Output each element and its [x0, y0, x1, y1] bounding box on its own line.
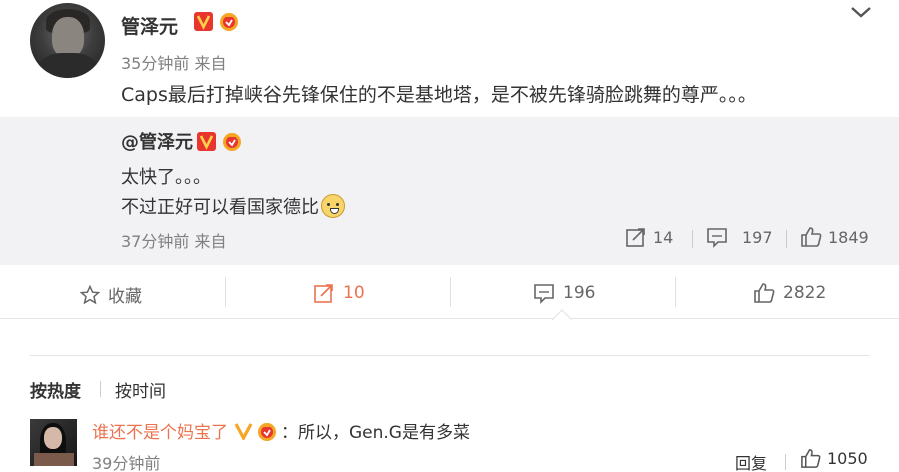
quoted-like-button[interactable]: 1849: [800, 226, 869, 248]
repost-button[interactable]: 10: [313, 282, 365, 304]
comment-text: ：所以，Gen.G是有多菜: [281, 423, 470, 443]
comment-time: 39分钟前: [92, 454, 161, 472]
quoted-author-name[interactable]: @管泽元: [121, 128, 193, 154]
author-name[interactable]: 管泽元: [121, 12, 178, 39]
quoted-comment-button[interactable]: 197: [706, 226, 773, 248]
like-icon: [754, 283, 775, 303]
comment-count: 196: [563, 283, 596, 303]
favorite-label: 收藏: [108, 287, 142, 307]
doge-emoji-icon: [321, 194, 345, 218]
like-button[interactable]: 2822: [753, 282, 826, 304]
comment-icon: [534, 284, 554, 304]
comment-caret-icon: [552, 309, 572, 320]
like-icon: [801, 449, 821, 468]
divider: [675, 277, 676, 307]
comment-like-count: 1050: [827, 449, 868, 468]
like-count: 2822: [783, 283, 827, 303]
verified-v-icon[interactable]: [197, 131, 216, 151]
divider: [692, 230, 693, 248]
divider: [786, 230, 787, 248]
sort-by-hot-tab[interactable]: 按热度: [30, 377, 81, 402]
commenter-avatar[interactable]: [30, 419, 77, 466]
commenter-name[interactable]: 谁还不是个妈宝了: [92, 418, 228, 443]
quoted-text-line1: 太快了。。。: [121, 167, 211, 188]
verified-v-icon[interactable]: [194, 11, 213, 31]
divider: [450, 277, 451, 307]
post-meta: 35分钟前 来自: [121, 54, 227, 73]
comment-button[interactable]: 196: [533, 282, 595, 304]
repost-icon: [314, 284, 333, 303]
divider: [225, 277, 226, 307]
quoted-like-count: 1849: [828, 227, 869, 247]
chevron-down-icon[interactable]: [850, 4, 872, 20]
quoted-text-line2: 不过正好可以看国家德比: [121, 193, 345, 219]
quoted-meta: 37分钟前 来自: [121, 232, 227, 251]
verified-v-icon[interactable]: [234, 421, 253, 440]
quoted-author: @管泽元: [121, 128, 244, 154]
vip-crown-icon[interactable]: [255, 420, 279, 442]
quoted-comment-count: 197: [742, 227, 773, 247]
sort-by-time-tab[interactable]: 按时间: [115, 377, 166, 402]
action-bar: 收藏 10 196 2822: [0, 265, 899, 319]
favorite-button[interactable]: 收藏: [80, 282, 142, 307]
comment-icon: [707, 228, 727, 248]
repost-count: 10: [343, 283, 365, 303]
reply-button[interactable]: 回复: [735, 450, 767, 472]
divider: [100, 381, 101, 397]
author-avatar[interactable]: [30, 3, 105, 78]
quoted-text-line2-text: 不过正好可以看国家德比: [121, 197, 319, 218]
comments-divider: [30, 355, 870, 356]
repost-icon: [626, 228, 645, 247]
star-icon: [80, 284, 100, 304]
comment-item: 谁还不是个妈宝了 ：所以，Gen.G是有多菜: [92, 418, 470, 443]
vip-crown-icon[interactable]: [220, 130, 244, 152]
like-icon: [801, 227, 822, 247]
post-text: Caps最后打掉峡谷先锋保住的不是基地塔，是不被先锋骑脸跳舞的尊严。。。: [121, 84, 757, 106]
vip-crown-icon[interactable]: [217, 10, 241, 32]
quoted-repost-button[interactable]: 14: [625, 226, 673, 248]
divider: [785, 454, 786, 470]
comment-like-button[interactable]: 1050: [800, 448, 868, 469]
quoted-repost-count: 14: [653, 227, 674, 247]
author-badges: [194, 10, 241, 32]
